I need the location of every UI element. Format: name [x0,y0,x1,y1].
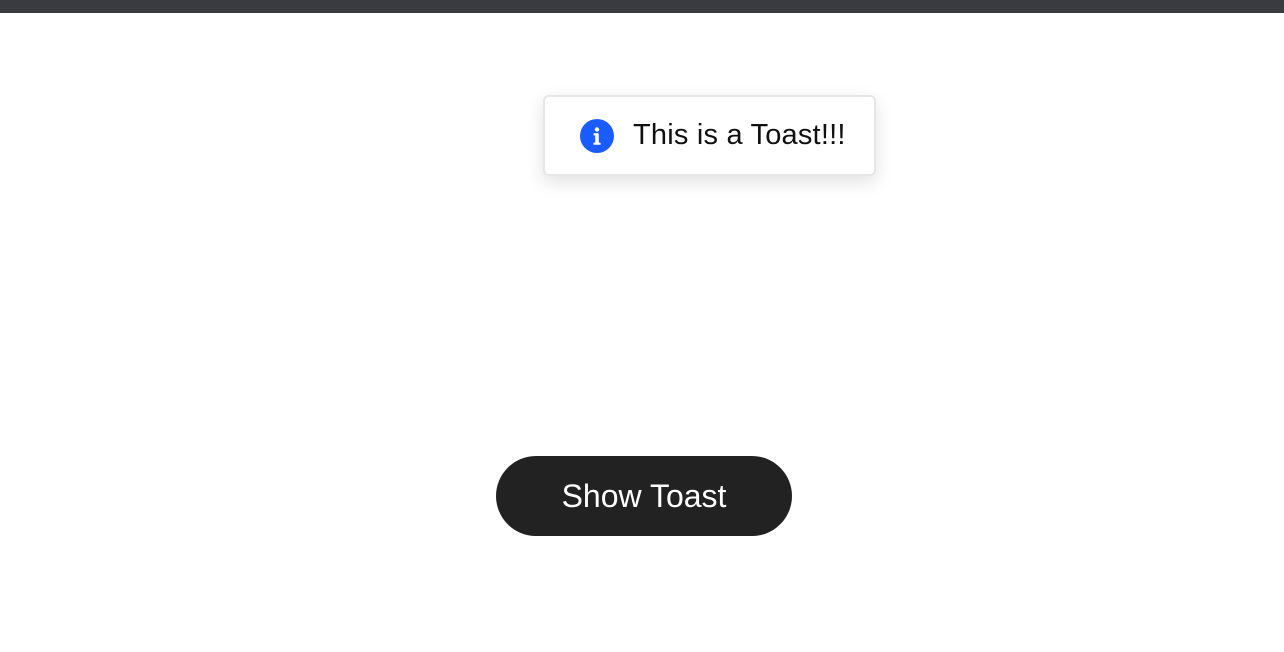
window-top-bar [0,0,1284,13]
toast-message: This is a Toast!!! [633,119,846,151]
info-icon [580,118,614,153]
show-toast-button[interactable]: Show Toast [496,456,792,536]
toast-notification: This is a Toast!!! [543,95,876,176]
